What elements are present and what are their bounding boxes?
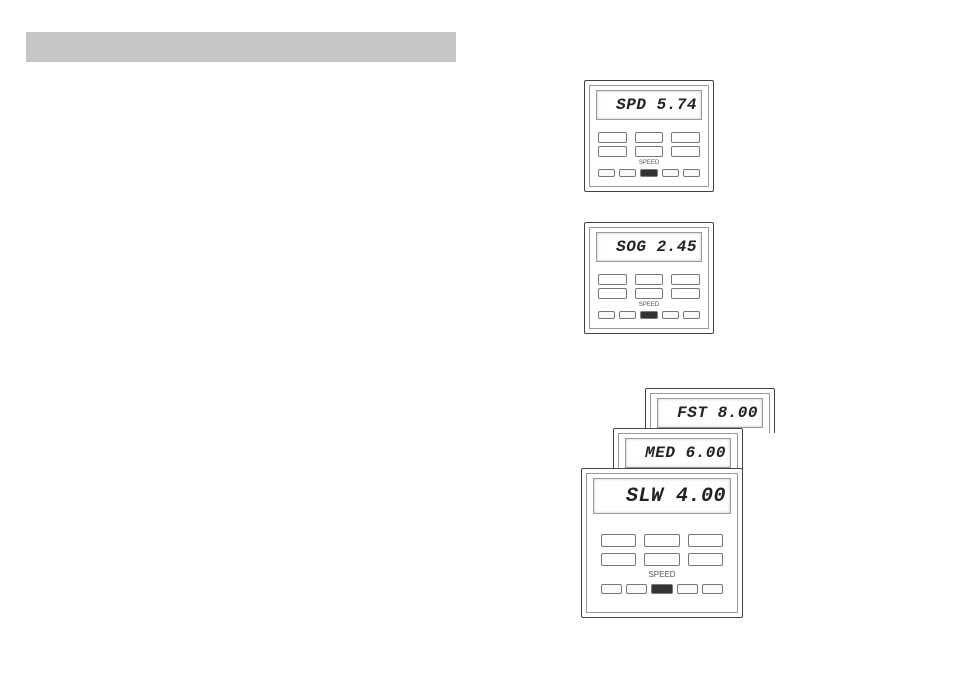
device-button-small[interactable] xyxy=(640,311,657,319)
device-button-small[interactable] xyxy=(651,584,672,594)
lcd-value: 2.45 xyxy=(657,238,697,256)
device-button[interactable] xyxy=(598,288,627,299)
device-button-small[interactable] xyxy=(702,584,723,594)
device-button-small[interactable] xyxy=(683,169,700,177)
device-button-small[interactable] xyxy=(662,311,679,319)
device-slw: SLW 4.00 SPEED xyxy=(581,468,743,618)
button-row xyxy=(598,132,700,143)
button-row xyxy=(598,169,700,177)
lcd-value: 8.00 xyxy=(718,404,758,422)
device-button-small[interactable] xyxy=(619,311,636,319)
device-spd: SPD 5.74 SPEED xyxy=(584,80,714,192)
device-button[interactable] xyxy=(635,146,664,157)
device-button[interactable] xyxy=(644,553,679,566)
device-button[interactable] xyxy=(635,288,664,299)
device-button-small[interactable] xyxy=(619,169,636,177)
device-button[interactable] xyxy=(644,534,679,547)
button-row xyxy=(598,311,700,319)
device-button-small[interactable] xyxy=(601,584,622,594)
lcd-label: SPD xyxy=(616,96,646,114)
button-row xyxy=(601,553,723,566)
button-row xyxy=(598,274,700,285)
device-button[interactable] xyxy=(688,534,723,547)
device-fst: FST 8.00 xyxy=(645,388,775,433)
device-sog: SOG 2.45 SPEED xyxy=(584,222,714,334)
device-button-small[interactable] xyxy=(598,311,615,319)
lcd-label: SLW xyxy=(626,485,664,508)
device-button[interactable] xyxy=(598,132,627,143)
lcd-label: MED xyxy=(645,444,675,462)
speed-label: SPEED xyxy=(648,572,675,578)
device-button-small[interactable] xyxy=(626,584,647,594)
lcd-label: SOG xyxy=(616,238,646,256)
device-button[interactable] xyxy=(671,132,700,143)
button-row xyxy=(598,146,700,157)
device-button[interactable] xyxy=(635,132,664,143)
button-row xyxy=(598,288,700,299)
device-button[interactable] xyxy=(671,288,700,299)
lcd-display: SOG 2.45 xyxy=(596,232,702,262)
speed-label: SPEED xyxy=(639,302,659,308)
device-button-small[interactable] xyxy=(640,169,657,177)
button-row xyxy=(601,534,723,547)
button-row xyxy=(601,584,723,594)
device-button-small[interactable] xyxy=(598,169,615,177)
lcd-value: 6.00 xyxy=(686,444,726,462)
device-button[interactable] xyxy=(601,534,636,547)
header-bar xyxy=(26,32,456,62)
device-button-small[interactable] xyxy=(662,169,679,177)
device-button-small[interactable] xyxy=(677,584,698,594)
lcd-display: SPD 5.74 xyxy=(596,90,702,120)
speed-label: SPEED xyxy=(639,160,659,166)
device-button[interactable] xyxy=(671,274,700,285)
device-med: MED 6.00 xyxy=(613,428,743,473)
lcd-display: MED 6.00 xyxy=(625,438,731,468)
lcd-value: 4.00 xyxy=(676,485,726,508)
device-button[interactable] xyxy=(601,553,636,566)
device-button[interactable] xyxy=(598,146,627,157)
device-button[interactable] xyxy=(598,274,627,285)
device-button-small[interactable] xyxy=(683,311,700,319)
lcd-value: 5.74 xyxy=(657,96,697,114)
device-button[interactable] xyxy=(688,553,723,566)
lcd-display: SLW 4.00 xyxy=(593,478,731,514)
lcd-display: FST 8.00 xyxy=(657,398,763,428)
device-button[interactable] xyxy=(671,146,700,157)
lcd-label: FST xyxy=(677,404,707,422)
device-button[interactable] xyxy=(635,274,664,285)
